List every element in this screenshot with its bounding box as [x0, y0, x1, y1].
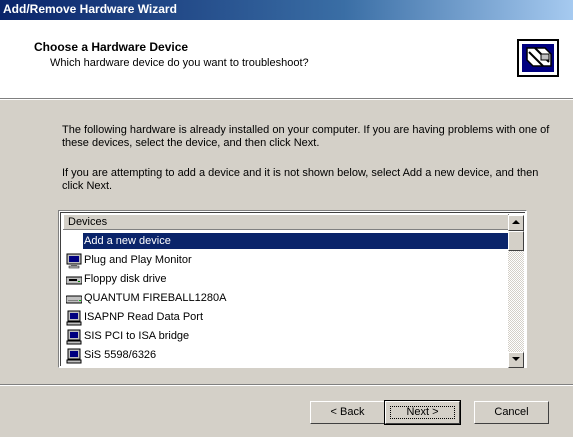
- list-item[interactable]: Plug and Play Monitor: [63, 251, 509, 270]
- header-separator-highlight: [0, 99, 573, 100]
- next-button[interactable]: Next >: [384, 400, 461, 425]
- window-title: Add/Remove Hardware Wizard: [3, 2, 177, 16]
- back-button[interactable]: < Back: [310, 401, 385, 424]
- system-device-icon: [66, 348, 82, 364]
- list-item-label: SiS 5598/6326: [84, 349, 157, 361]
- devices-scrollbar[interactable]: [508, 215, 524, 368]
- list-item[interactable]: Add a new device: [63, 232, 509, 251]
- hardware-wizard-icon: [515, 34, 563, 82]
- list-item-label: Add a new device: [83, 233, 509, 249]
- arrow-up-icon: [512, 220, 520, 224]
- footer-separator-highlight: [0, 385, 573, 386]
- list-item[interactable]: QUANTUM FIREBALL1280A: [63, 289, 509, 308]
- floppy-drive-icon: [66, 276, 82, 285]
- list-item-label: SIS PCI to ISA bridge: [84, 330, 190, 342]
- system-device-icon: [66, 329, 82, 345]
- scroll-down-button[interactable]: [508, 352, 524, 368]
- title-bar[interactable]: Add/Remove Hardware Wizard: [0, 0, 573, 20]
- page-title: Choose a Hardware Device: [34, 40, 189, 54]
- devices-list[interactable]: Devices Add a new device Plug and Play M…: [58, 210, 527, 368]
- list-item[interactable]: SiS 5598/6326: [63, 346, 509, 365]
- system-device-icon: [66, 310, 82, 326]
- devices-list-frame: Devices Add a new device Plug and Play M…: [60, 212, 525, 368]
- list-item[interactable]: ISAPNP Read Data Port: [63, 308, 509, 327]
- list-item[interactable]: SIS PCI to ISA bridge: [63, 327, 509, 346]
- arrow-down-icon: [512, 357, 520, 361]
- list-item-label: QUANTUM FIREBALL1280A: [84, 292, 227, 304]
- scroll-up-button[interactable]: [508, 215, 524, 231]
- hard-disk-icon: [66, 295, 82, 304]
- devices-column-header[interactable]: Devices: [63, 214, 509, 230]
- scroll-thumb[interactable]: [508, 231, 524, 251]
- cancel-button[interactable]: Cancel: [474, 401, 549, 424]
- list-item-label: Floppy disk drive: [84, 273, 167, 285]
- instructions-paragraph-1: The following hardware is already instal…: [62, 124, 550, 149]
- instructions-paragraph-2: If you are attempting to add a device an…: [62, 167, 539, 192]
- devices-column-header-label: Devices: [68, 216, 108, 228]
- monitor-icon: [66, 253, 82, 269]
- list-item-label: Plug and Play Monitor: [84, 254, 192, 266]
- list-item[interactable]: Floppy disk drive: [63, 270, 509, 289]
- page-subtitle: Which hardware device do you want to tro…: [50, 57, 309, 69]
- focus-rect: [390, 406, 455, 419]
- list-item-label: ISAPNP Read Data Port: [84, 311, 204, 323]
- devices-rows: Add a new device Plug and Play Monitor F…: [63, 232, 509, 368]
